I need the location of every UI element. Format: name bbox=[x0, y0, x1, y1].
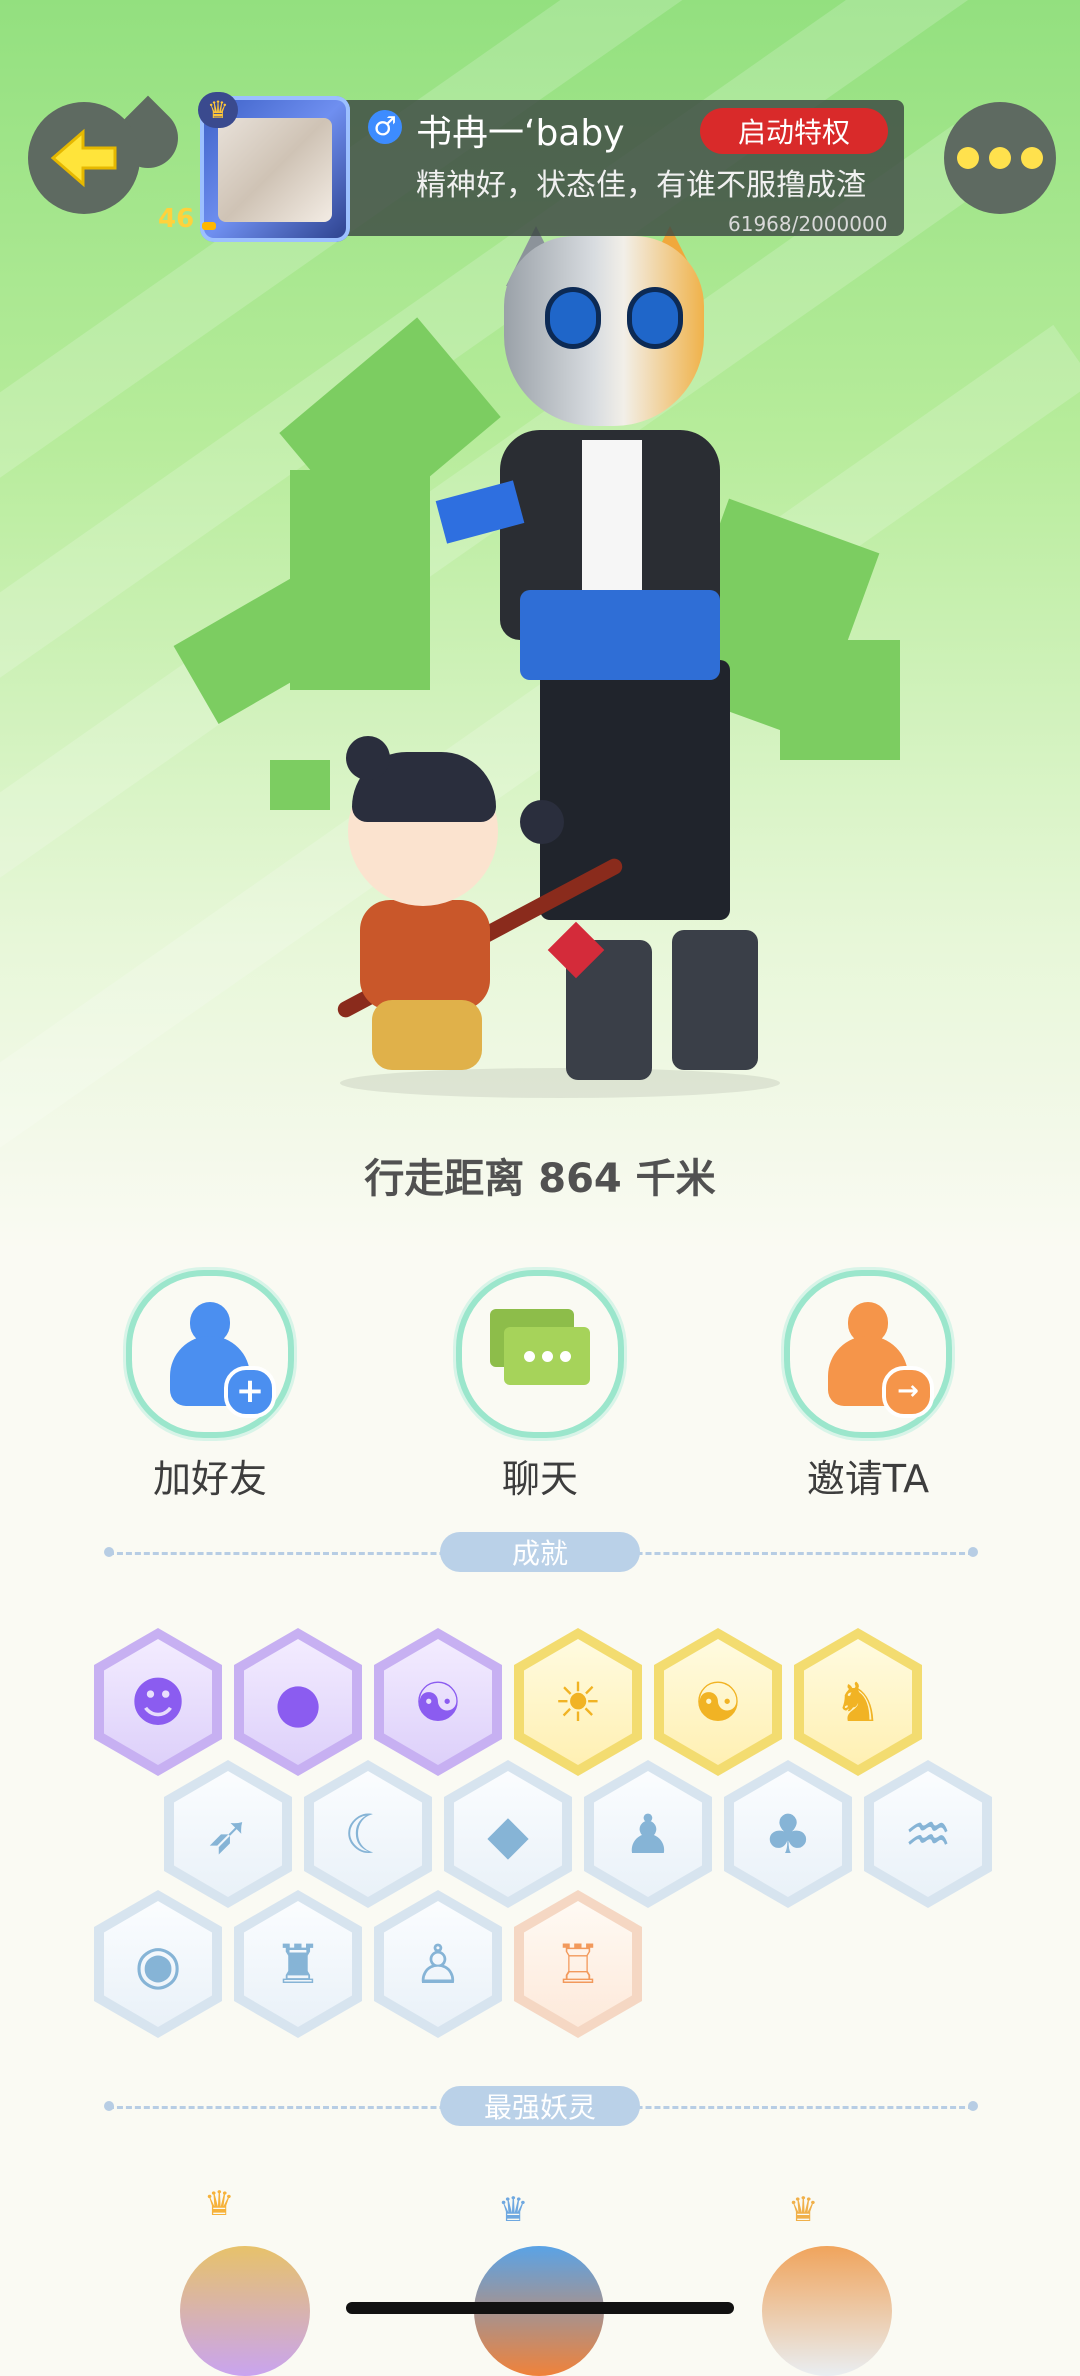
silver-hair-spirit-avatar[interactable] bbox=[762, 2246, 892, 2376]
avatar[interactable]: ♛ bbox=[198, 92, 350, 242]
experience-text: 61968/2000000 bbox=[728, 212, 888, 236]
sneaker-icon: ➶ bbox=[174, 1771, 282, 1897]
achievement-badge[interactable]: ♟ bbox=[584, 1760, 712, 1908]
divider-dot bbox=[968, 1547, 978, 1557]
add-friend-circle[interactable]: + bbox=[126, 1270, 294, 1438]
achievement-badge[interactable]: ☯ bbox=[654, 1628, 782, 1776]
orb-icon: ● bbox=[244, 1639, 352, 1765]
arrow-left-icon bbox=[50, 128, 117, 188]
achievement-badge[interactable]: ♒ bbox=[864, 1760, 992, 1908]
level-number: 46 bbox=[158, 204, 195, 234]
ground-shadow bbox=[340, 1068, 780, 1098]
demon-statue-icon: ♜ bbox=[244, 1901, 352, 2027]
more-dot bbox=[989, 147, 1011, 169]
crown-icon: ♛ bbox=[198, 92, 238, 128]
purple-hair-spirit-avatar[interactable] bbox=[180, 2246, 310, 2376]
add-friend-label: 加好友 bbox=[152, 1457, 267, 1501]
divider-dot bbox=[104, 1547, 114, 1557]
achievement-badge[interactable]: ● bbox=[234, 1628, 362, 1776]
achievement-badge[interactable]: ◉ bbox=[94, 1890, 222, 2038]
chat-label: 聊天 bbox=[501, 1457, 578, 1501]
fox-book-icon: ♞ bbox=[804, 1639, 912, 1765]
invite-label: 邀请TA bbox=[806, 1457, 930, 1501]
achievement-badge[interactable]: ♞ bbox=[794, 1628, 922, 1776]
plus-icon: + bbox=[224, 1366, 276, 1418]
home-indicator bbox=[346, 2302, 734, 2314]
taiji-book-icon: ☯ bbox=[664, 1639, 772, 1765]
level-progress-bar bbox=[202, 222, 216, 230]
invite-button[interactable]: → 邀请TA bbox=[768, 1270, 968, 1503]
achievement-badge[interactable]: ♖ bbox=[514, 1890, 642, 2038]
chat-icon bbox=[490, 1309, 590, 1399]
arrow-right-icon: → bbox=[882, 1366, 934, 1418]
crown-icon: ♛ bbox=[788, 2190, 819, 2230]
shield-icon: ◉ bbox=[104, 1901, 212, 2027]
yin-yang-swirl-icon: ☯ bbox=[384, 1639, 492, 1765]
strongest-spirit-title: 最强妖灵 bbox=[440, 2086, 640, 2126]
achievement-badge[interactable]: ☾ bbox=[304, 1760, 432, 1908]
achievement-badge[interactable]: ☻ bbox=[94, 1628, 222, 1776]
more-dot bbox=[1021, 147, 1043, 169]
crystal-icon: ◆ bbox=[454, 1771, 562, 1897]
moon-icon: ☾ bbox=[314, 1771, 422, 1897]
achievement-badge[interactable]: ➶ bbox=[164, 1760, 292, 1908]
achievements-title: 成就 bbox=[440, 1532, 640, 1572]
achievement-badge[interactable]: ♣ bbox=[724, 1760, 852, 1908]
achievement-badge[interactable]: ◆ bbox=[444, 1760, 572, 1908]
activate-privilege-button[interactable]: 启动特权 bbox=[700, 108, 888, 154]
koi-icon: ♒ bbox=[874, 1771, 982, 1897]
chat-button[interactable]: 聊天 bbox=[440, 1270, 640, 1503]
male-gender-icon: ♂ bbox=[368, 110, 402, 144]
walk-distance: 行走距离 864 千米 bbox=[364, 1156, 716, 1202]
invite-circle[interactable]: → bbox=[784, 1270, 952, 1438]
divider-dot bbox=[104, 2101, 114, 2111]
ghost-icon: ♙ bbox=[384, 1901, 492, 2027]
cat-balloon-icon: ♣ bbox=[734, 1771, 842, 1897]
chat-circle[interactable] bbox=[456, 1270, 624, 1438]
achievement-badge[interactable]: ☀ bbox=[514, 1628, 642, 1776]
nickname: 书冉一‘baby bbox=[416, 113, 625, 154]
achievement-badge[interactable]: ☯ bbox=[374, 1628, 502, 1776]
back-button[interactable] bbox=[28, 102, 140, 214]
avatar-photo bbox=[218, 118, 332, 222]
monkey-statue-icon: ♟ bbox=[594, 1771, 702, 1897]
crown-icon: ♛ bbox=[204, 2184, 235, 2224]
crown-icon: ♛ bbox=[498, 2190, 529, 2230]
achievement-badge[interactable]: ♙ bbox=[374, 1890, 502, 2038]
cat-cart-icon: ♖ bbox=[524, 1901, 632, 2027]
add-friend-button[interactable]: + 加好友 bbox=[110, 1270, 310, 1503]
more-options-button[interactable] bbox=[944, 102, 1056, 214]
achievement-badge[interactable]: ♜ bbox=[234, 1890, 362, 2038]
signature-text: 精神好，状态佳，有谁不服撸成渣 bbox=[416, 168, 866, 203]
more-dot bbox=[957, 147, 979, 169]
demon-face-icon: ☻ bbox=[104, 1639, 212, 1765]
divider-dot bbox=[968, 2101, 978, 2111]
sun-trophy-icon: ☀ bbox=[524, 1639, 632, 1765]
